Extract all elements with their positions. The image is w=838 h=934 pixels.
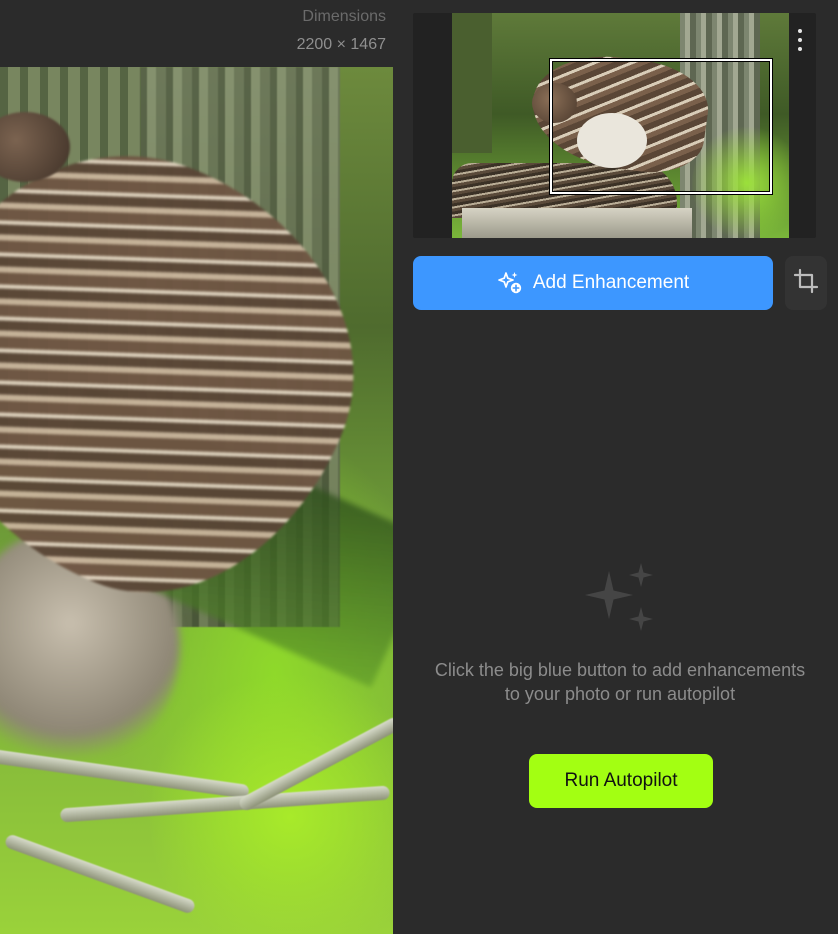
thumb-foliage [452, 13, 492, 153]
crop-button[interactable] [785, 256, 827, 310]
dimensions-label: Dimensions [302, 8, 386, 25]
more-vertical-icon[interactable] [790, 25, 810, 55]
dimensions-value: 2200 × 1467 [296, 36, 386, 53]
thumbnail-image[interactable] [452, 13, 789, 238]
sparkle-plus-icon [497, 270, 523, 296]
navigator-thumbnail[interactable] [413, 13, 816, 238]
crop-icon [793, 268, 819, 299]
enhancement-panel: Add Enhancement Click the big blue butto… [393, 0, 838, 934]
add-enhancement-button[interactable]: Add Enhancement [413, 256, 773, 310]
thumb-nest-box [462, 208, 692, 238]
add-enhancement-label: Add Enhancement [532, 272, 690, 293]
empty-state-message: Click the big blue button to add enhance… [434, 660, 806, 704]
run-autopilot-button[interactable]: Run Autopilot [529, 754, 713, 808]
viewport-rectangle[interactable] [550, 59, 772, 194]
canvas-area: Dimensions 2200 × 1467 [0, 0, 393, 934]
zoomed-photo-canvas[interactable] [0, 67, 393, 934]
sparkles-icon [583, 561, 658, 636]
